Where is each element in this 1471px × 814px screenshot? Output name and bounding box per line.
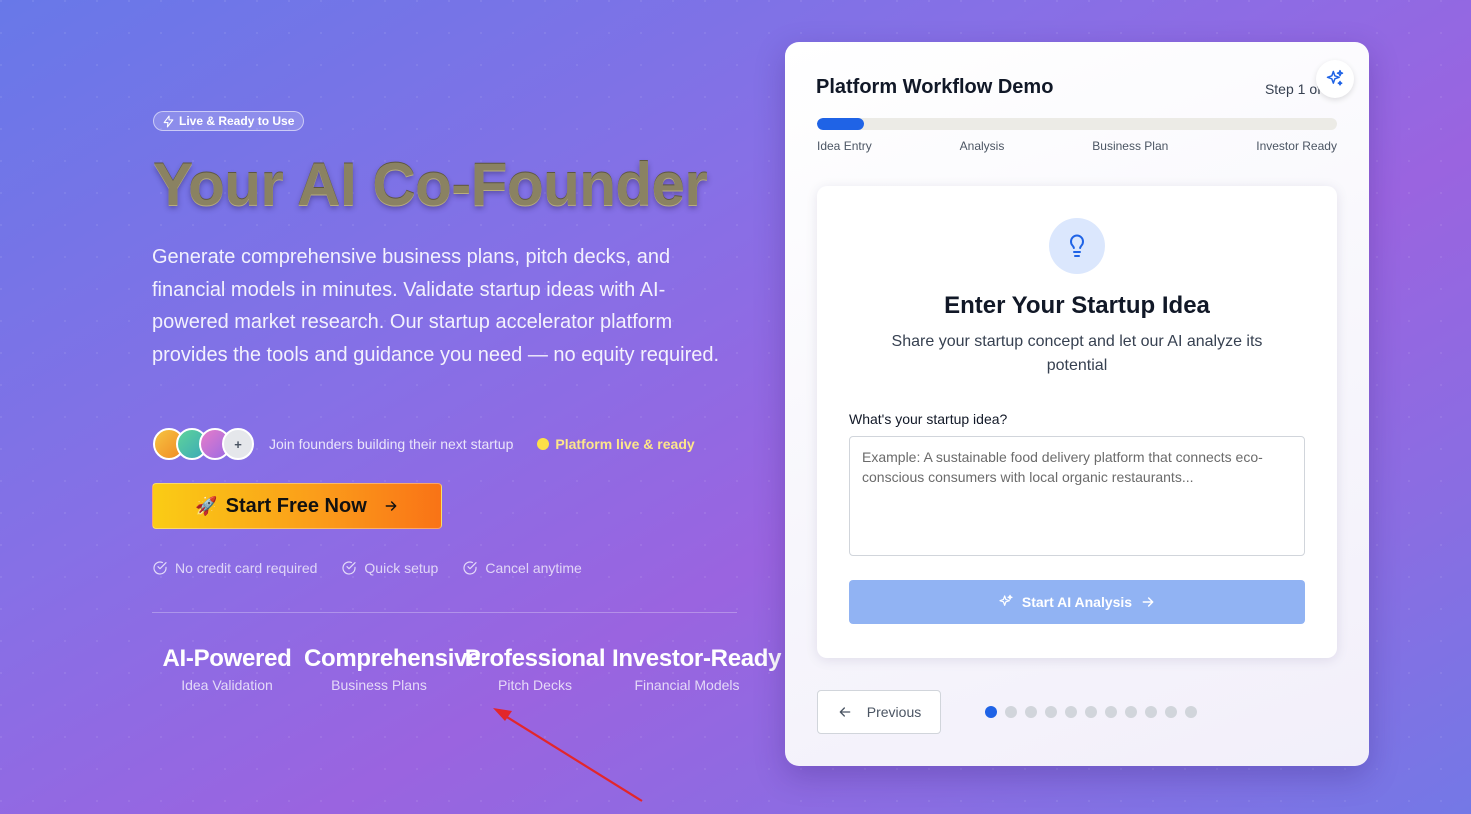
start-ai-analysis-button[interactable]: Start AI Analysis (849, 580, 1305, 624)
check-circle-icon (463, 561, 477, 575)
avatar-more: + (222, 428, 254, 460)
step-dot[interactable] (985, 706, 997, 718)
arrow-right-icon (385, 501, 397, 511)
check-circle-icon (342, 561, 357, 575)
landing-page: Live & Ready to Use Your AI Co-Founder G… (0, 0, 1471, 814)
step-dot[interactable] (1045, 706, 1057, 718)
hero-title: Your AI Co-Founder (153, 151, 708, 218)
live-badge: Live & Ready to Use (153, 111, 305, 131)
stat-item: Professional Pitch Decks (460, 645, 610, 693)
ai-sparkle-button[interactable] (1316, 60, 1354, 98)
stat-item: Investor-Ready Financial Models (612, 645, 782, 693)
live-dot-icon (537, 438, 550, 450)
benefit-list: No credit card required Quick setup Canc… (152, 560, 582, 576)
divider (152, 612, 737, 613)
step-pagination (985, 706, 1197, 718)
workflow-progress-fill (817, 118, 864, 130)
benefit-item: No credit card required (152, 560, 317, 576)
startup-idea-input[interactable] (849, 436, 1305, 556)
step-label: Idea Entry (817, 139, 872, 153)
lightning-icon (163, 115, 174, 127)
live-badge-label: Live & Ready to Use (179, 114, 295, 128)
step-dot[interactable] (1105, 706, 1117, 718)
idea-entry-panel: Enter Your Startup Idea Share your start… (817, 186, 1337, 658)
workflow-steps: Idea Entry Analysis Business Plan Invest… (817, 139, 1337, 153)
live-status-label: Platform live & ready (555, 436, 695, 452)
feature-stats: AI-Powered Idea Validation Comprehensive… (152, 645, 792, 705)
start-free-button-label: Start Free Now (225, 494, 367, 517)
benefit-item: Quick setup (341, 560, 438, 576)
stat-label: Business Plans (331, 677, 427, 693)
stat-value: Professional (464, 645, 606, 672)
step-label: Investor Ready (1256, 139, 1337, 153)
previous-button-label: Previous (866, 704, 922, 720)
demo-title: Platform Workflow Demo (816, 76, 1054, 98)
start-free-button[interactable]: 🚀 Start Free Now (152, 483, 442, 529)
benefit-label: Cancel anytime (485, 560, 582, 576)
step-dot[interactable] (1125, 706, 1137, 718)
stat-label: Financial Models (634, 677, 740, 693)
sparkles-icon (999, 594, 1013, 606)
step-dot[interactable] (1185, 706, 1197, 718)
sparkles-icon (1326, 69, 1344, 86)
lightbulb-icon (1070, 234, 1084, 257)
stat-label: Pitch Decks (498, 677, 572, 693)
step-indicator: Step 1 of (1264, 81, 1321, 97)
benefit-item: Cancel anytime (462, 560, 582, 576)
benefit-label: Quick setup (364, 560, 439, 576)
stat-item: AI-Powered Idea Validation (152, 645, 302, 693)
rocket-icon: 🚀 (195, 495, 218, 516)
lightbulb-badge (1049, 218, 1105, 274)
avatar-stack: + (153, 428, 254, 460)
stat-label: Idea Validation (181, 677, 273, 693)
workflow-progress (817, 118, 1337, 130)
social-proof-text: Join founders building their next startu… (269, 436, 514, 452)
step-dot[interactable] (1065, 706, 1077, 718)
start-ai-analysis-label: Start AI Analysis (1021, 594, 1133, 610)
social-proof: + Join founders building their next star… (153, 428, 695, 460)
stat-value: Comprehensive (304, 645, 481, 672)
step-dot[interactable] (1025, 706, 1037, 718)
check-circle-icon (153, 561, 167, 575)
arrow-left-icon (839, 707, 851, 717)
idea-field-label: What's your startup idea? (849, 411, 1008, 427)
step-dot[interactable] (1145, 706, 1157, 718)
step-dot[interactable] (1085, 706, 1097, 718)
benefit-label: No credit card required (175, 560, 318, 576)
step-dot[interactable] (1005, 706, 1017, 718)
step-label: Analysis (959, 139, 1005, 153)
stat-value: Investor-Ready (612, 645, 782, 672)
arrow-right-icon (1142, 597, 1154, 607)
hero-description: Generate comprehensive business plans, p… (152, 246, 720, 366)
previous-button[interactable]: Previous (817, 690, 941, 734)
workflow-demo-card: Platform Workflow Demo Step 1 of Idea En… (785, 42, 1369, 766)
stat-item: Comprehensive Business Plans (304, 645, 481, 693)
step-label: Business Plan (1092, 139, 1169, 153)
step-dot[interactable] (1165, 706, 1177, 718)
idea-panel-title: Enter Your Startup Idea (944, 292, 1210, 319)
live-status: Platform live & ready (537, 436, 695, 452)
idea-panel-subtitle: Share your startup concept and let our A… (891, 333, 1263, 374)
stat-value: AI-Powered (162, 645, 292, 672)
